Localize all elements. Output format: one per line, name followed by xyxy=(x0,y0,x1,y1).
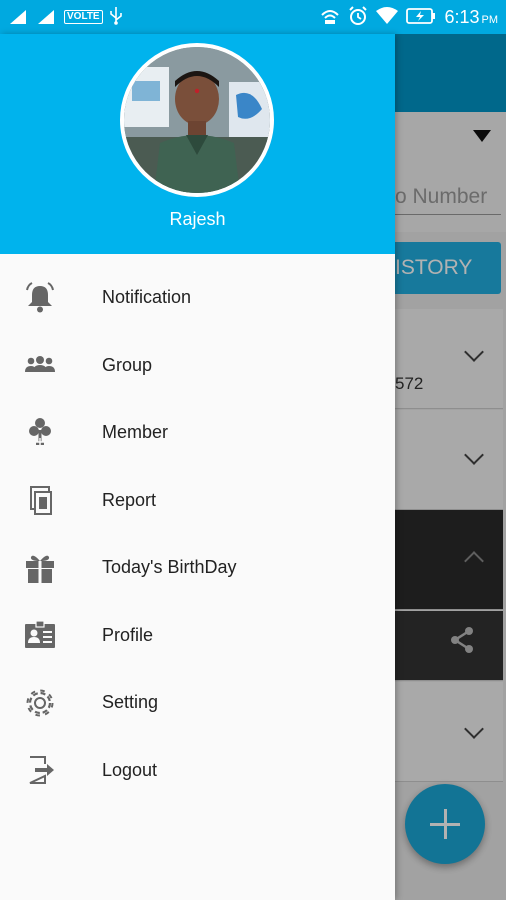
logout-icon xyxy=(20,752,60,788)
gift-icon xyxy=(20,550,60,586)
usb-icon xyxy=(109,6,123,28)
battery-icon xyxy=(406,7,436,27)
drawer-header: Rajesh xyxy=(0,34,395,254)
drawer-menu: Notification Group Member Report Today's… xyxy=(0,264,395,804)
menu-label: Report xyxy=(102,489,157,510)
gear-icon xyxy=(20,685,60,721)
menu-item-group[interactable]: Group xyxy=(0,332,395,400)
menu-label: Profile xyxy=(102,624,154,645)
signal-icon xyxy=(36,9,58,25)
group-icon xyxy=(20,347,60,383)
avatar[interactable] xyxy=(120,43,274,197)
menu-item-member[interactable]: Member xyxy=(0,399,395,467)
user-name: Rajesh xyxy=(169,209,226,229)
bell-icon xyxy=(20,280,60,316)
menu-item-todays-birthday[interactable]: Today's BirthDay xyxy=(0,534,395,602)
menu-item-setting[interactable]: Setting xyxy=(0,669,395,737)
menu-label: Today's BirthDay xyxy=(102,557,237,578)
navigation-drawer: Rajesh Notification Group Member Report xyxy=(0,34,395,900)
menu-item-logout[interactable]: Logout xyxy=(0,737,395,805)
wifi-icon xyxy=(376,6,399,28)
menu-label: Notification xyxy=(102,287,192,308)
menu-label: Group xyxy=(102,354,153,375)
volte-badge: VOLTE xyxy=(64,10,103,24)
menu-label: Setting xyxy=(102,692,159,713)
clock: 6:13 PM xyxy=(444,6,498,27)
profile-card-icon xyxy=(20,617,60,653)
menu-item-report[interactable]: Report xyxy=(0,467,395,535)
report-icon xyxy=(20,482,60,518)
status-bar: VOLTE 6:13 PM xyxy=(0,0,506,34)
member-icon xyxy=(20,415,60,451)
alarm-icon xyxy=(348,5,368,29)
menu-item-notification[interactable]: Notification xyxy=(0,264,395,332)
menu-item-profile[interactable]: Profile xyxy=(0,602,395,670)
wifi-calling-icon xyxy=(320,7,340,28)
menu-label: Member xyxy=(102,422,169,443)
menu-label: Logout xyxy=(102,759,158,780)
signal-icon xyxy=(8,9,30,25)
